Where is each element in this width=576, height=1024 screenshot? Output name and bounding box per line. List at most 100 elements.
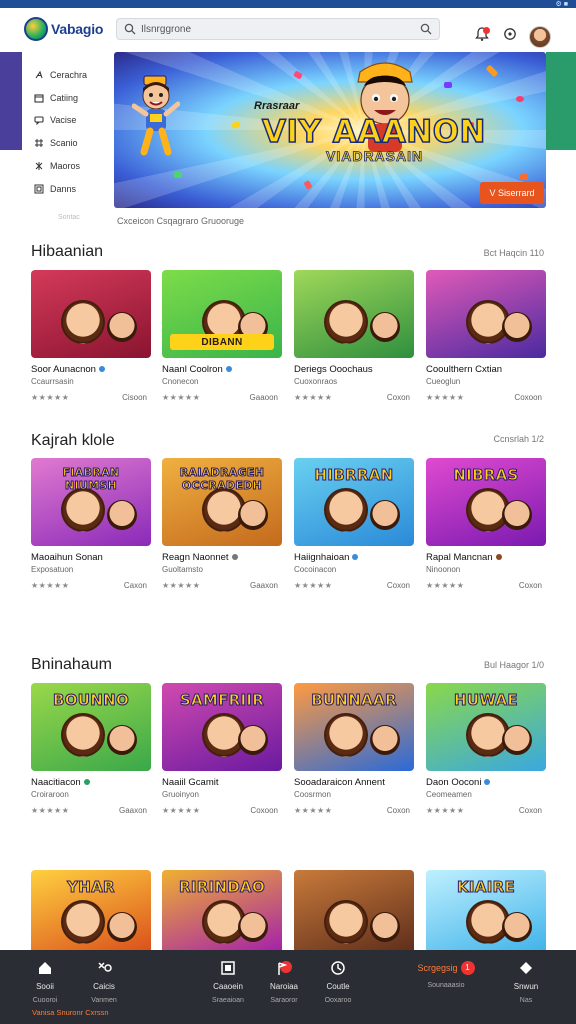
game-publisher: Cnonecon bbox=[162, 377, 199, 386]
sidebar-item-5[interactable]: Maoros bbox=[34, 159, 80, 173]
square-icon bbox=[221, 961, 235, 975]
carousel-next-edge[interactable] bbox=[546, 52, 576, 150]
game-card[interactable]: NIBRAS Rapal Mancnan Ninoonon ★★★★★ Coxon bbox=[426, 458, 546, 598]
game-card[interactable]: SAMFRIIR Naaiil Gcamit Gruoinyon ★★★★★ Coxoo… bbox=[162, 683, 282, 823]
character-art bbox=[107, 912, 137, 942]
character-art bbox=[324, 900, 368, 944]
game-title[interactable]: Haiignhaioan bbox=[294, 552, 359, 563]
game-thumbnail[interactable] bbox=[294, 270, 414, 358]
game-card[interactable]: HUWAE Daon Ooconi Ceomeamen ★★★★★ Coxon bbox=[426, 683, 546, 823]
get-button[interactable]: Coxon bbox=[387, 393, 410, 402]
tab-chat[interactable]: Snwun Nas bbox=[506, 960, 546, 1004]
thumbnail-title: YHAR bbox=[67, 878, 115, 897]
hero-banner[interactable]: Rrasraar VIY AAANON VIADRASAIN V Siserra… bbox=[114, 52, 546, 208]
game-thumbnail[interactable]: YHAR bbox=[31, 870, 151, 958]
game-title[interactable]: Sooadaraicon Annent bbox=[294, 777, 385, 788]
tab-history[interactable]: Coutle Ooxaroo bbox=[318, 960, 358, 1004]
rating-stars: ★★★★★ bbox=[426, 581, 465, 590]
sidebar-item-6[interactable]: Danns bbox=[34, 182, 76, 196]
search-input[interactable]: Ilsnrggrone bbox=[116, 18, 440, 40]
rating-stars: ★★★★★ bbox=[162, 806, 201, 815]
confetti bbox=[520, 174, 528, 180]
sidebar-item-4[interactable]: Scanio bbox=[34, 136, 78, 150]
banner-character-left bbox=[132, 75, 180, 156]
sidebar-item-label: Cerachra bbox=[50, 70, 88, 80]
game-title[interactable]: Daon Ooconi bbox=[426, 777, 491, 788]
get-button[interactable]: Coxon bbox=[519, 581, 542, 590]
game-card[interactable]: HIBRRAN Haiignhaioan Cocoinacon ★★★★★ Coxon bbox=[294, 458, 414, 598]
character-art bbox=[238, 912, 268, 942]
thumbnail-title: SAMFRIIR bbox=[179, 691, 265, 710]
game-thumbnail[interactable]: RIRINDAO bbox=[162, 870, 282, 958]
bottom-footer-link[interactable]: Vanisa Snuronr Cxrssn bbox=[32, 1008, 109, 1017]
character-art bbox=[107, 725, 137, 755]
game-thumbnail[interactable]: DIBANN bbox=[162, 270, 282, 358]
tab-home[interactable]: Sooii Cuooroi bbox=[30, 960, 60, 1004]
user-avatar[interactable] bbox=[529, 26, 551, 48]
game-card[interactable]: FIABRAN NIUMSH Maoaihun Sonan Exposatuon ★★… bbox=[31, 458, 151, 598]
tab-tools[interactable]: Caicis Vanmen bbox=[84, 960, 124, 1004]
get-button[interactable]: Caxon bbox=[124, 581, 147, 590]
game-publisher: Coosrmon bbox=[294, 790, 331, 799]
game-card[interactable]: BOUNNO Naacitiacon Croiraroon ★★★★★ Gaaxon bbox=[31, 683, 151, 823]
get-button[interactable]: Coxoon bbox=[250, 806, 278, 815]
game-card[interactable]: BUNNAAR Sooadaraicon Annent Coosrmon ★★★★★ C… bbox=[294, 683, 414, 823]
game-thumbnail[interactable] bbox=[426, 270, 546, 358]
section-see-all-link[interactable]: Bct Haqcin 110 bbox=[484, 248, 544, 258]
get-button[interactable]: Cisoon bbox=[122, 393, 147, 402]
verified-badge-icon bbox=[225, 366, 232, 373]
game-card[interactable]: RAIADRAGEH OCCRADEDH Reagn Naonnet Guoltam… bbox=[162, 458, 282, 598]
game-title[interactable]: Naaiil Gcamit bbox=[162, 777, 219, 788]
game-title-text: Sooadaraicon Annent bbox=[294, 777, 385, 788]
game-thumbnail[interactable]: RAIADRAGEH OCCRADEDH bbox=[162, 458, 282, 546]
game-card[interactable]: Deriegs Ooochaus Cuoxonraos ★★★★★ Coxon bbox=[294, 270, 414, 410]
tab-sublabel: Nas bbox=[519, 997, 533, 1004]
game-thumbnail[interactable]: HUWAE bbox=[426, 683, 546, 771]
game-title[interactable]: Naanl Coolron bbox=[162, 364, 232, 375]
game-title[interactable]: Naacitiacon bbox=[31, 777, 90, 788]
get-button[interactable]: Gaaoon bbox=[250, 393, 278, 402]
get-button[interactable]: Coxoon bbox=[514, 393, 542, 402]
section-see-all-link[interactable]: Bul Haagor 1/0 bbox=[484, 660, 544, 670]
game-title[interactable]: Rapal Mancnan bbox=[426, 552, 502, 563]
get-button[interactable]: Gaaxon bbox=[250, 581, 278, 590]
tab-events[interactable]: Naroiaa Saraoror bbox=[264, 960, 304, 1004]
tab-library[interactable]: Caaoein Sraeaioan bbox=[208, 960, 248, 1004]
game-thumbnail[interactable]: BOUNNO bbox=[31, 683, 151, 771]
banner-cta-button[interactable]: V Siserrard bbox=[480, 182, 544, 204]
search-submit-icon[interactable] bbox=[420, 23, 432, 35]
game-thumbnail[interactable] bbox=[31, 270, 151, 358]
game-thumbnail[interactable] bbox=[294, 870, 414, 958]
game-card[interactable]: DIBANN Naanl Coolron Cnonecon ★★★★★ Gaaoon bbox=[162, 270, 282, 410]
game-card[interactable]: Soor Aunacnon Ccaurrsasin ★★★★★ Cisoon bbox=[31, 270, 151, 410]
sidebar-item-1[interactable]: Cerachra bbox=[34, 68, 87, 82]
sidebar-item-3[interactable]: Vacise bbox=[34, 113, 76, 127]
game-thumbnail[interactable]: NIBRAS bbox=[426, 458, 546, 546]
app-header: Vabagio Ilsnrggrone bbox=[0, 8, 576, 50]
game-thumbnail[interactable]: SAMFRIIR bbox=[162, 683, 282, 771]
game-thumbnail[interactable]: FIABRAN NIUMSH bbox=[31, 458, 151, 546]
game-thumbnail[interactable]: HIBRRAN bbox=[294, 458, 414, 546]
get-button[interactable]: Gaaxon bbox=[119, 806, 147, 815]
get-button[interactable]: Coxon bbox=[519, 806, 542, 815]
section-see-all-link[interactable]: Ccnsrlah 1/2 bbox=[493, 434, 544, 444]
game-publisher: Cocoinacon bbox=[294, 565, 337, 574]
game-title[interactable]: Reagn Naonnet bbox=[162, 552, 238, 563]
game-title[interactable]: Deriegs Ooochaus bbox=[294, 364, 373, 375]
settings-icon[interactable] bbox=[502, 26, 518, 42]
game-thumbnail[interactable]: KIAIRE bbox=[426, 870, 546, 958]
bottom-navigation: Sooii Cuooroi Caicis Vanmen Caaoein Srae… bbox=[0, 950, 576, 1024]
get-button[interactable]: Coxon bbox=[387, 806, 410, 815]
rating-stars: ★★★★★ bbox=[426, 393, 465, 402]
app-logo[interactable]: Vabagio bbox=[24, 17, 103, 41]
game-card[interactable]: Cooulthern Cxtian Cueoglun ★★★★★ Coxoon bbox=[426, 270, 546, 410]
get-button[interactable]: Coxon bbox=[387, 581, 410, 590]
game-title[interactable]: Maoaihun Sonan bbox=[31, 552, 103, 563]
tab-play[interactable]: Scrgegsig 1 Sounaaasio bbox=[406, 960, 486, 989]
game-title[interactable]: Cooulthern Cxtian bbox=[426, 364, 502, 375]
sidebar-item-2[interactable]: Catiing bbox=[34, 91, 78, 105]
carousel-prev-edge[interactable] bbox=[0, 52, 22, 150]
rating-stars: ★★★★★ bbox=[294, 806, 333, 815]
game-title[interactable]: Soor Aunacnon bbox=[31, 364, 105, 375]
game-thumbnail[interactable]: BUNNAAR bbox=[294, 683, 414, 771]
